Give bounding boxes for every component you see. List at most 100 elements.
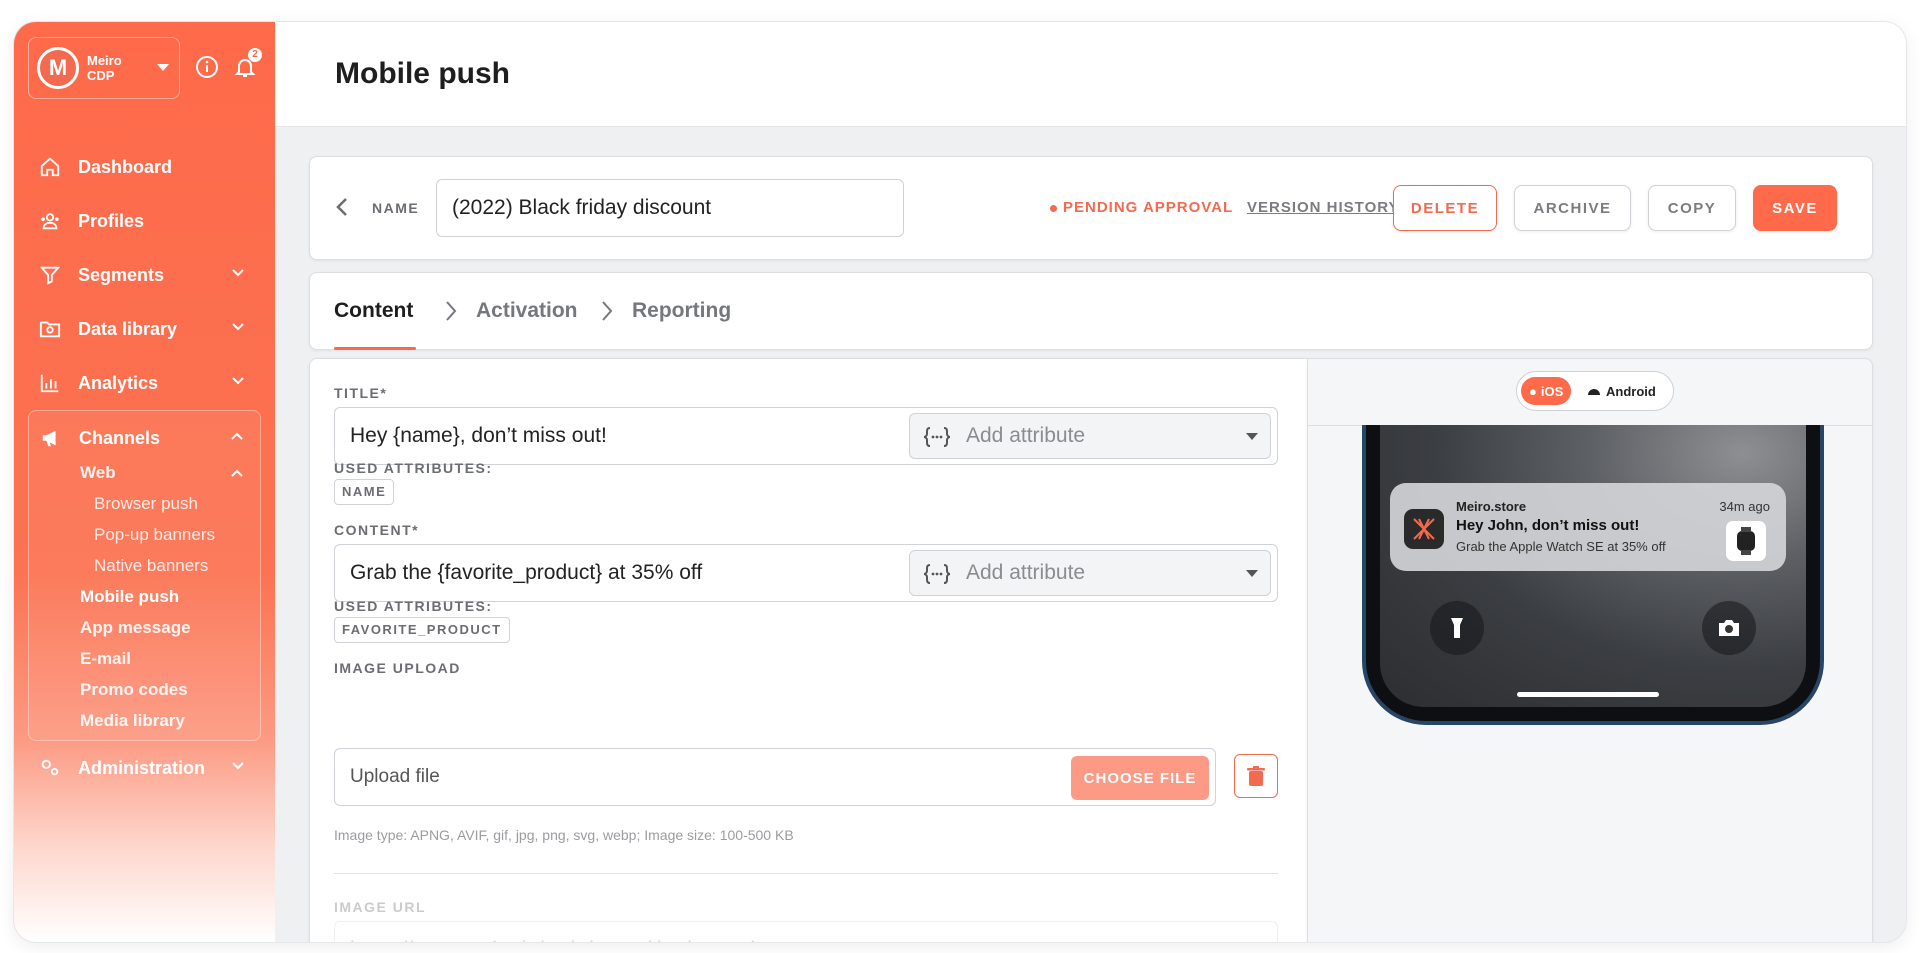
brand-name: Meiro CDP bbox=[87, 53, 122, 83]
home-indicator bbox=[1517, 692, 1659, 697]
sidebar-item-pop-up-banners[interactable]: Pop-up banners bbox=[29, 519, 260, 550]
version-history-link[interactable]: VERSION HISTORY bbox=[1247, 199, 1400, 216]
sidebar-item-promo-codes[interactable]: Promo codes bbox=[29, 674, 260, 705]
sidebar-item-label: Channels bbox=[79, 427, 161, 448]
notification-time: 34m ago bbox=[1719, 499, 1770, 514]
title-label: TITLE* bbox=[334, 385, 388, 401]
attribute-braces-icon bbox=[923, 427, 951, 447]
app-window: M Meiro CDP 2 Dashboard Profiles Segment… bbox=[14, 22, 1906, 942]
page-header: Mobile push bbox=[275, 22, 1906, 127]
save-button[interactable]: SAVE bbox=[1753, 185, 1837, 231]
name-toolbar: NAME (2022) Black friday discount PENDIN… bbox=[309, 156, 1873, 260]
trash-icon bbox=[1247, 766, 1265, 786]
chevron-up-icon bbox=[231, 469, 243, 477]
tab-activation[interactable]: Activation bbox=[476, 299, 578, 323]
status-text: PENDING APPROVAL bbox=[1063, 199, 1234, 216]
app-icon bbox=[1404, 509, 1444, 549]
tab-content[interactable]: Content bbox=[334, 299, 413, 323]
notification-badge: 2 bbox=[248, 48, 262, 62]
chevron-down-icon bbox=[157, 64, 169, 71]
step-tabs: Content Activation Reporting bbox=[309, 272, 1873, 350]
flashlight-icon[interactable] bbox=[1430, 601, 1484, 655]
sidebar-item-app-message[interactable]: App message bbox=[29, 612, 260, 643]
info-icon[interactable] bbox=[194, 54, 220, 80]
sidebar-item-label: Segments bbox=[78, 264, 165, 285]
copy-button[interactable]: COPY bbox=[1648, 185, 1736, 231]
attribute-tag-name: NAME bbox=[334, 479, 395, 505]
chevron-down-icon bbox=[232, 323, 244, 331]
chevron-right-icon bbox=[446, 301, 457, 321]
phone-lock-screen: Meiro.store 34m ago Hey John, don’t miss… bbox=[1380, 425, 1806, 707]
notification-title: Hey John, don’t miss out! bbox=[1456, 517, 1640, 534]
archive-button[interactable]: ARCHIVE bbox=[1514, 185, 1631, 231]
sidebar-item-media-library[interactable]: Media library bbox=[29, 705, 260, 736]
notifications-bell-icon[interactable]: 2 bbox=[232, 48, 262, 80]
megaphone-icon bbox=[39, 426, 63, 450]
image-hint: Image type: APNG, AVIF, gif, jpg, png, s… bbox=[334, 827, 794, 843]
channels-group: Channels Web Browser push Pop-up banners… bbox=[28, 410, 261, 741]
sidebar-item-dashboard[interactable]: Dashboard bbox=[28, 140, 261, 194]
sidebar-item-profiles[interactable]: Profiles bbox=[28, 194, 261, 248]
watch-thumbnail-icon bbox=[1726, 521, 1766, 561]
brand-name-line2: CDP bbox=[87, 68, 115, 83]
sidebar-item-label: Administration bbox=[78, 757, 206, 778]
sidebar-item-administration[interactable]: Administration bbox=[28, 741, 261, 795]
title-value: Hey {name}, don’t miss out! bbox=[350, 424, 607, 447]
brand-name-line1: Meiro bbox=[87, 53, 122, 68]
folder-search-icon bbox=[38, 317, 62, 341]
sidebar-item-label: Dashboard bbox=[78, 156, 173, 177]
push-notification: Meiro.store 34m ago Hey John, don’t miss… bbox=[1390, 483, 1786, 571]
home-icon bbox=[38, 155, 62, 179]
add-attribute-text: Add attribute bbox=[966, 561, 1086, 584]
sidebar-item-data-library[interactable]: Data library bbox=[28, 302, 261, 356]
title-field[interactable]: Hey {name}, don’t miss out! Add attribut… bbox=[334, 407, 1278, 465]
choose-file-button[interactable]: CHOOSE FILE bbox=[1071, 756, 1209, 800]
sidebar-item-browser-push[interactable]: Browser push bbox=[29, 488, 260, 519]
meiro-logo: M bbox=[37, 47, 79, 89]
upload-placeholder: Upload file bbox=[350, 766, 440, 787]
image-url-label: IMAGE URL bbox=[334, 899, 427, 915]
preview-panel: ● iOS Android Meiro.store 34m ago Hey Jo… bbox=[1307, 358, 1873, 942]
sidebar-item-native-banners[interactable]: Native banners bbox=[29, 550, 260, 581]
sidebar-item-segments[interactable]: Segments bbox=[28, 248, 261, 302]
tab-reporting[interactable]: Reporting bbox=[632, 299, 731, 323]
sidebar-item-web[interactable]: Web bbox=[29, 457, 260, 488]
delete-image-button[interactable] bbox=[1234, 754, 1278, 798]
main-nav: Dashboard Profiles Segments Data library… bbox=[28, 140, 261, 795]
used-attributes-label: USED ATTRIBUTES: bbox=[334, 598, 493, 614]
android-toggle[interactable]: Android bbox=[1579, 377, 1664, 405]
users-icon bbox=[38, 209, 62, 233]
sidebar-item-analytics[interactable]: Analytics bbox=[28, 356, 261, 410]
ios-label: iOS bbox=[1540, 383, 1564, 399]
divider bbox=[334, 873, 1278, 874]
back-arrow-icon[interactable] bbox=[330, 195, 354, 219]
content-form: TITLE* Hey {name}, don’t miss out! Add a… bbox=[309, 358, 1308, 942]
name-input[interactable]: (2022) Black friday discount bbox=[436, 179, 904, 237]
content-add-attribute-select[interactable]: Add attribute bbox=[909, 550, 1271, 596]
ios-toggle[interactable]: ● iOS bbox=[1521, 377, 1572, 405]
sidebar: M Meiro CDP 2 Dashboard Profiles Segment… bbox=[14, 22, 275, 942]
caret-down-icon bbox=[1246, 570, 1258, 577]
chevron-up-icon bbox=[231, 432, 243, 440]
caret-down-icon bbox=[1246, 433, 1258, 440]
status-badge: PENDING APPROVAL bbox=[1050, 199, 1233, 216]
attribute-braces-icon bbox=[923, 564, 951, 584]
image-upload-field[interactable]: Upload file CHOOSE FILE bbox=[334, 748, 1216, 806]
main-content: Mobile push NAME (2022) Black friday dis… bbox=[275, 22, 1906, 942]
image-url-field[interactable]: https://www.meiro.io/web-layers/the-imag… bbox=[334, 921, 1278, 942]
camera-icon[interactable] bbox=[1702, 601, 1756, 655]
add-attribute-text: Add attribute bbox=[966, 424, 1086, 447]
image-upload-label: IMAGE UPLOAD bbox=[334, 660, 461, 676]
active-tab-indicator bbox=[334, 347, 416, 350]
delete-button[interactable]: DELETE bbox=[1393, 185, 1497, 231]
android-label: Android bbox=[1606, 383, 1656, 399]
bar-chart-icon bbox=[38, 371, 62, 395]
sidebar-item-email[interactable]: E-mail bbox=[29, 643, 260, 674]
workspace-switcher[interactable]: M Meiro CDP bbox=[28, 37, 180, 99]
chevron-right-icon bbox=[602, 301, 613, 321]
content-field[interactable]: Grab the {favorite_product} at 35% off A… bbox=[334, 544, 1278, 602]
title-add-attribute-select[interactable]: Add attribute bbox=[909, 413, 1271, 459]
used-attributes-label: USED ATTRIBUTES: bbox=[334, 460, 493, 476]
sidebar-item-mobile-push[interactable]: Mobile push bbox=[29, 581, 260, 612]
image-url-placeholder: https://www.meiro.io/web-layers/the-imag… bbox=[350, 922, 778, 942]
